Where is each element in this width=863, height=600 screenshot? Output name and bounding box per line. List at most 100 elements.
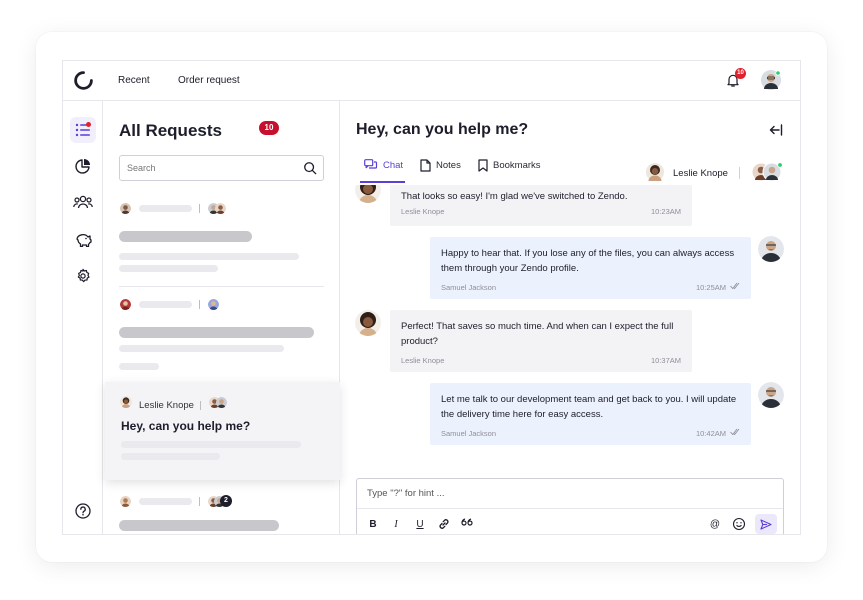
- separator: [200, 401, 201, 410]
- chat-bubbles-icon: [364, 159, 378, 169]
- rail-billing-button[interactable]: [70, 226, 96, 252]
- tab-bookmarks-label: Bookmarks: [493, 160, 541, 171]
- emoji-icon[interactable]: [732, 517, 746, 531]
- assignee-name[interactable]: Leslie Knope: [673, 168, 728, 179]
- message-text: Happy to hear that. If you lose any of t…: [441, 248, 735, 274]
- logo-icon[interactable]: [73, 70, 94, 91]
- double-check-icon: [730, 282, 740, 290]
- rail-settings-button[interactable]: [70, 263, 96, 289]
- separator: [199, 300, 200, 309]
- tab-bookmarks[interactable]: Bookmarks: [478, 159, 541, 172]
- underline-icon[interactable]: U: [413, 517, 427, 531]
- assignee-avatar[interactable]: [646, 163, 664, 181]
- requester-avatar: [120, 496, 131, 507]
- quote-icon[interactable]: [460, 517, 474, 531]
- tab-chat-label: Chat: [383, 159, 404, 171]
- left-rail: [63, 101, 103, 534]
- request-item[interactable]: [103, 201, 340, 286]
- document-icon: [420, 159, 431, 172]
- requester-name: Leslie Knope: [139, 400, 194, 411]
- skeleton-line: [119, 327, 314, 338]
- requests-panel: All Requests 10 Search Leslie Knope Hey,…: [103, 101, 340, 534]
- rail-analytics-button[interactable]: [70, 153, 96, 179]
- skeleton-line: [119, 253, 299, 260]
- separator: [739, 167, 740, 179]
- send-icon: [760, 518, 772, 530]
- message-author: Samuel Jackson: [441, 429, 497, 438]
- separator: [199, 497, 200, 506]
- message-author: Samuel Jackson: [441, 283, 497, 292]
- mention-icon[interactable]: @: [708, 517, 722, 531]
- skeleton-line: [119, 345, 284, 352]
- leslie-avatar: [355, 185, 381, 203]
- rail-requests-button[interactable]: [70, 117, 96, 143]
- samuel-avatar: [758, 236, 784, 262]
- gear-icon: [77, 268, 90, 283]
- double-check-icon: [730, 428, 740, 436]
- message-incoming: Perfect! That saves so much time. And wh…: [390, 310, 692, 372]
- extra-participants-badge: 2: [220, 495, 232, 507]
- link-icon[interactable]: [437, 517, 451, 531]
- message-author: Leslie Knope: [401, 356, 445, 365]
- request-item[interactable]: 2: [103, 494, 340, 534]
- top-bar: Recent Order request 10: [63, 61, 800, 101]
- message-author: Leslie Knope: [401, 207, 445, 216]
- requester-avatar: [120, 396, 132, 408]
- request-subject: Hey, can you help me?: [121, 419, 251, 433]
- piggy-bank-icon: [76, 234, 92, 247]
- tab-chat[interactable]: Chat: [364, 159, 403, 171]
- message-time: 10:23AM: [650, 207, 681, 216]
- search-input[interactable]: [127, 160, 297, 176]
- chat-title: Hey, can you help me?: [356, 121, 529, 138]
- message-input[interactable]: [357, 479, 783, 509]
- participant-avatar: [208, 299, 219, 310]
- nav-recent[interactable]: Recent: [118, 75, 150, 86]
- rail-team-button[interactable]: [70, 189, 96, 215]
- skeleton-line: [139, 301, 192, 308]
- message-thread: That looks so easy! I'm glad we've switc…: [340, 185, 800, 475]
- message-time: 10:42AM: [695, 429, 726, 438]
- active-tab-indicator: [360, 181, 405, 183]
- message-outgoing: Let me talk to our development team and …: [430, 383, 751, 445]
- rail-unread-dot: [86, 122, 91, 127]
- message-time: 10:25AM: [695, 283, 726, 292]
- skeleton-line: [119, 231, 252, 242]
- skeleton-line: [139, 498, 192, 505]
- team-icon: [73, 195, 93, 209]
- requester-avatar: [120, 299, 131, 310]
- requests-title: All Requests: [119, 121, 222, 140]
- collapse-panel-icon[interactable]: [769, 124, 783, 136]
- leslie-avatar: [355, 310, 381, 336]
- participants-avatar-group[interactable]: [751, 162, 785, 182]
- message-incoming: That looks so easy! I'm glad we've switc…: [390, 185, 692, 226]
- separator: [199, 204, 200, 213]
- message-time: 10:37AM: [650, 356, 681, 365]
- request-item[interactable]: [103, 297, 340, 382]
- italic-icon[interactable]: I: [389, 517, 403, 531]
- notification-badge: 10: [735, 68, 746, 79]
- list-divider: [119, 286, 324, 287]
- skeleton-line: [119, 265, 218, 272]
- search-box: [119, 155, 324, 181]
- requester-avatar: [120, 203, 131, 214]
- bold-icon[interactable]: B: [366, 517, 380, 531]
- skeleton-line: [139, 205, 192, 212]
- user-avatar[interactable]: [761, 70, 781, 90]
- participant-avatar: [215, 203, 226, 214]
- app-window: Recent Order request 10 All Requests 10 …: [62, 60, 801, 535]
- chat-panel: Hey, can you help me? Chat Notes Bookmar…: [340, 101, 800, 534]
- search-icon[interactable]: [303, 161, 317, 175]
- message-composer: B I U @: [356, 478, 784, 534]
- skeleton-line: [119, 363, 159, 370]
- send-button[interactable]: [755, 514, 777, 534]
- nav-order-request[interactable]: Order request: [178, 75, 240, 86]
- skeleton-line: [121, 441, 301, 448]
- request-item-selected[interactable]: Leslie Knope Hey, can you help me?: [105, 382, 340, 480]
- participant-avatar: [216, 397, 227, 408]
- message-outgoing: Happy to hear that. If you lose any of t…: [430, 237, 751, 299]
- bookmark-icon: [478, 159, 488, 172]
- tab-notes[interactable]: Notes: [420, 159, 461, 172]
- requests-count-badge: 10: [259, 121, 279, 135]
- help-icon[interactable]: [75, 503, 91, 519]
- chat-tabs: Chat Notes Bookmarks Leslie Knope: [340, 149, 800, 185]
